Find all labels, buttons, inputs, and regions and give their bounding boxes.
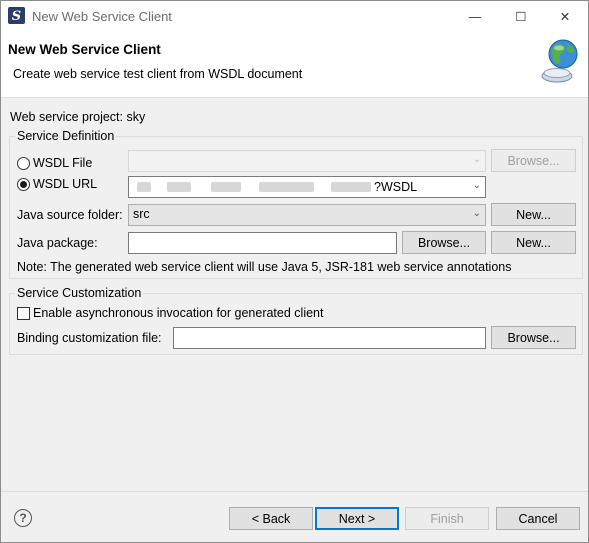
maximize-button[interactable]: ☐ — [498, 1, 544, 32]
chevron-down-icon: ⌄ — [472, 208, 481, 219]
wsdl-file-browse-label: Browse... — [507, 153, 560, 168]
chevron-down-icon: ⌄ — [472, 154, 481, 165]
wizard-header: New Web Service Client Create web servic… — [1, 32, 588, 98]
redacted-url-segment — [211, 182, 241, 192]
source-folder-new-button[interactable]: New... — [491, 203, 576, 226]
redacted-url-segment — [259, 182, 314, 192]
async-invocation-label: Enable asynchronous invocation for gener… — [33, 306, 324, 320]
next-button[interactable]: Next > — [315, 507, 399, 530]
wsdl-url-label: WSDL URL — [33, 177, 98, 191]
wizard-description: Create web service test client from WSDL… — [13, 67, 303, 81]
wsdl-file-combo[interactable]: ⌄ — [128, 150, 486, 172]
async-invocation-checkbox[interactable] — [17, 307, 30, 320]
finish-button[interactable]: Finish — [405, 507, 489, 530]
binding-file-browse-button[interactable]: Browse... — [491, 326, 576, 349]
source-folder-new-label: New... — [516, 207, 551, 222]
dialog-window: S New Web Service Client — ☐ ✕ New Web S… — [0, 0, 589, 543]
wizard-title: New Web Service Client — [8, 42, 161, 57]
footer-separator — [1, 491, 588, 492]
next-label: Next > — [338, 511, 376, 526]
java-package-input[interactable] — [128, 232, 397, 254]
maximize-icon: ☐ — [515, 10, 527, 24]
close-icon: ✕ — [559, 10, 571, 24]
binding-file-label: Binding customization file: — [17, 331, 162, 345]
title-bar: S New Web Service Client — ☐ ✕ — [1, 1, 588, 32]
minimize-button[interactable]: — — [452, 1, 498, 32]
help-glyph: ? — [19, 511, 27, 525]
finish-label: Finish — [430, 511, 464, 526]
redacted-url-segment — [331, 182, 371, 192]
cancel-label: Cancel — [518, 511, 558, 526]
service-customization-legend: Service Customization — [15, 286, 144, 300]
source-folder-label: Java source folder: — [17, 208, 123, 222]
close-button[interactable]: ✕ — [542, 1, 588, 32]
wsdl-file-browse-button[interactable]: Browse... — [491, 149, 576, 172]
web-service-globe-icon — [541, 39, 578, 83]
jsr181-note: Note: The generated web service client w… — [17, 260, 512, 274]
wsdl-url-value: ?WSDL — [374, 180, 418, 194]
back-button[interactable]: < Back — [229, 507, 313, 530]
binding-file-input[interactable] — [173, 327, 486, 349]
cancel-button[interactable]: Cancel — [496, 507, 580, 530]
chevron-down-icon: ⌄ — [472, 180, 481, 191]
redacted-url-segment — [167, 182, 191, 192]
source-folder-value: src — [133, 207, 150, 221]
svg-text:S: S — [12, 9, 21, 24]
java-package-browse-label: Browse... — [417, 235, 471, 250]
wsdl-file-label: WSDL File — [33, 156, 93, 170]
java-package-new-label: New... — [516, 235, 551, 250]
java-package-label: Java package: — [17, 236, 98, 250]
window-title: New Web Service Client — [32, 9, 172, 24]
java-package-browse-button[interactable]: Browse... — [402, 231, 486, 254]
binding-file-browse-label: Browse... — [507, 330, 560, 345]
wsdl-url-radio[interactable] — [17, 178, 30, 191]
service-definition-legend: Service Definition — [15, 129, 117, 143]
app-logo-icon: S — [8, 7, 25, 24]
help-icon[interactable]: ? — [14, 509, 32, 527]
java-package-new-button[interactable]: New... — [491, 231, 576, 254]
project-label: Web service project: sky — [10, 110, 146, 124]
back-label: < Back — [251, 511, 291, 526]
redacted-url-segment — [137, 182, 151, 192]
source-folder-combo[interactable]: src ⌄ — [128, 204, 486, 226]
minimize-icon: — — [468, 9, 482, 24]
wsdl-file-radio[interactable] — [17, 157, 30, 170]
